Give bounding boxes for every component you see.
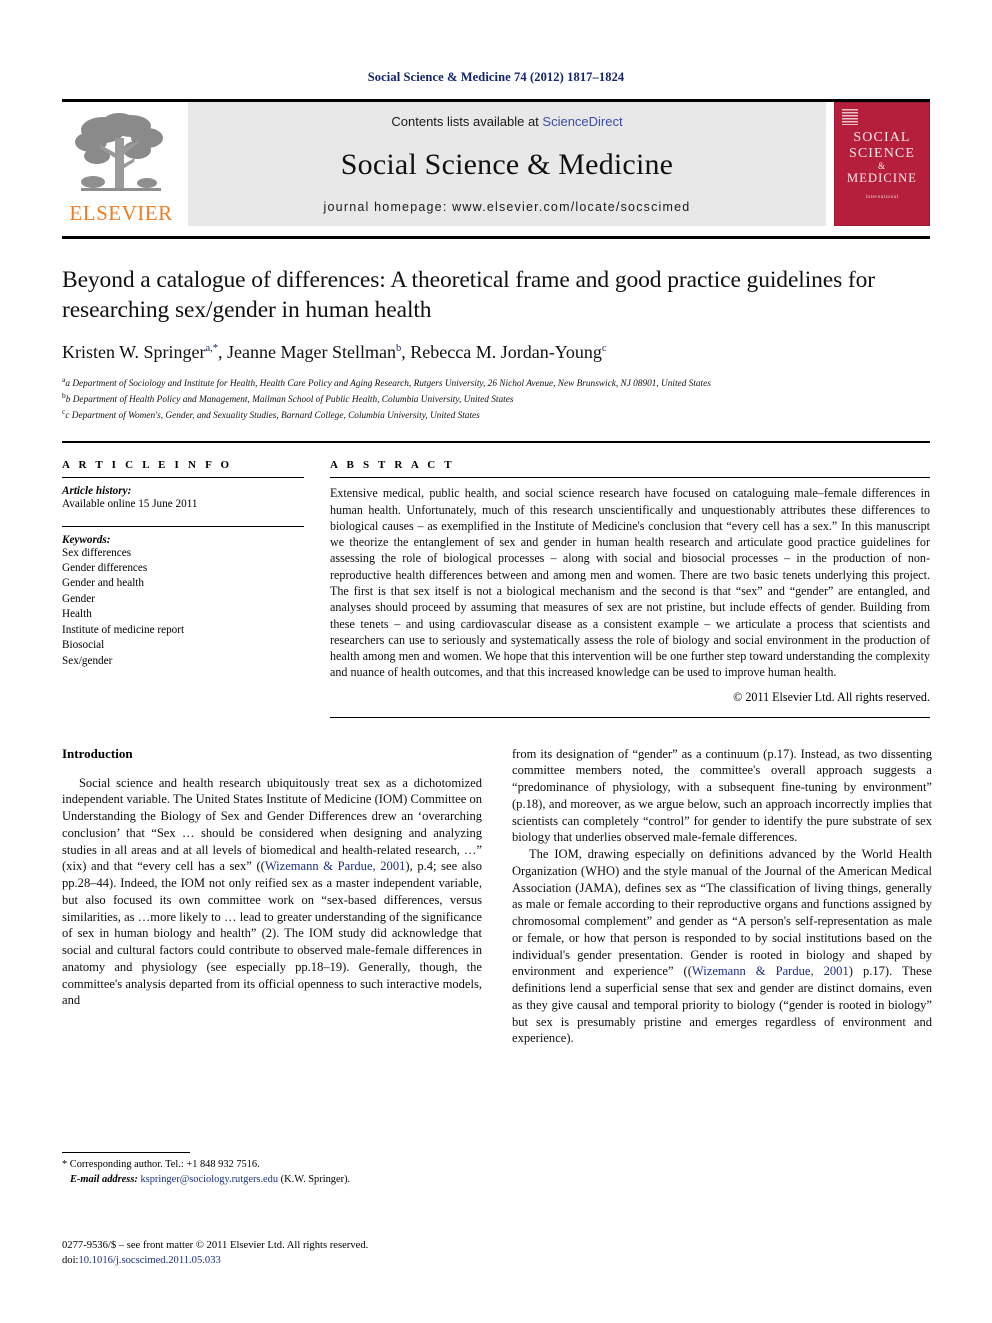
cover-line-2: SCIENCE: [848, 145, 916, 161]
affiliation-b: bb Department of Health Policy and Manag…: [62, 391, 930, 407]
section-heading-introduction: Introduction: [62, 745, 133, 761]
email-note: E-mail address: kspringer@sociology.rutg…: [62, 1173, 482, 1188]
article-info-heading: A R T I C L E I N F O: [62, 459, 233, 472]
paper-page: Social Science & Medicine 74 (2012) 1817…: [0, 0, 992, 1323]
elsevier-wordmark: ELSEVIER: [69, 201, 173, 225]
author-1-affil-marker: a,*: [205, 343, 219, 355]
affiliation-a: aa Department of Sociology and Institute…: [62, 375, 930, 391]
doi-line: doi:10.1016/j.socscimed.2011.05.033: [62, 1253, 522, 1268]
body-paragraph-right-2: The IOM, drawing especially on definitio…: [512, 846, 932, 1047]
email-owner: (K.W. Springer).: [280, 1173, 351, 1185]
keyword-item: Sex/gender: [62, 654, 113, 667]
article-info-rule-top: [62, 477, 304, 479]
citation-wizemann-pardue-1[interactable]: Wizemann & Pardue, 2001: [265, 859, 406, 873]
keyword-item: Biosocial: [62, 639, 105, 652]
abstract-rule-top: [330, 477, 930, 479]
article-history-value: Available online 15 June 2011: [62, 498, 198, 511]
corresponding-author-note: * Corresponding author. Tel.: +1 848 932…: [62, 1159, 260, 1170]
author-list: Kristen W. Springera,*, Jeanne Mager Ste…: [62, 342, 607, 363]
body-columns: Introduction Social science and health r…: [62, 746, 932, 1048]
author-3: Rebecca M. Jordan-Youngc: [410, 342, 607, 363]
abstract-rule-bottom: [330, 716, 930, 718]
cover-line-1: SOCIAL: [853, 130, 911, 145]
cover-line-3: &: [877, 161, 887, 172]
author-3-affil-marker: c: [601, 343, 607, 355]
keyword-item: Health: [62, 608, 92, 621]
doi-label: doi:: [62, 1255, 79, 1267]
elsevier-logo: ELSEVIER: [62, 102, 180, 226]
journal-cover-thumbnail: SOCIAL SCIENCE & MEDICINE international: [834, 102, 930, 226]
keywords-label: Keywords:: [62, 533, 111, 546]
affiliation-a-text: a Department of Sociology and Institute …: [65, 378, 711, 389]
author-2-affil-marker: b: [396, 343, 402, 355]
page-title: Beyond a catalogue of differences: A the…: [62, 267, 876, 324]
email-link[interactable]: kspringer@sociology.rutgers.edu: [140, 1174, 278, 1185]
keyword-item: Institute of medicine report: [62, 623, 185, 636]
footnote-block: * Corresponding author. Tel.: +1 848 932…: [62, 1152, 482, 1188]
affiliation-c: cc Department of Women's, Gender, and Se…: [62, 407, 930, 423]
cover-line-4: MEDICINE: [847, 171, 917, 186]
abstract-column: A B S T R A C T Extensive medical, publi…: [330, 459, 930, 718]
citation-wizemann-pardue-2[interactable]: Wizemann & Pardue, 2001: [692, 964, 849, 978]
email-label: E-mail address:: [70, 1173, 138, 1185]
running-head: Social Science & Medicine 74 (2012) 1817…: [367, 70, 625, 84]
keyword-item: Gender differences: [62, 561, 148, 574]
article-info-rule-mid: [62, 525, 304, 527]
elsevier-tree-icon: [75, 113, 163, 191]
contents-lists-line: Contents lists available at ScienceDirec…: [391, 114, 622, 129]
keywords-list: Sex differences Gender differences Gende…: [62, 546, 304, 670]
body-column-right: from its designation of “gender” as a co…: [512, 746, 932, 1048]
body-column-left: Introduction Social science and health r…: [62, 746, 482, 1048]
affiliation-c-text: c Department of Women's, Gender, and Sex…: [65, 411, 480, 422]
abstract-copyright: © 2011 Elsevier Ltd. All rights reserved…: [733, 689, 930, 704]
sciencedirect-link[interactable]: ScienceDirect: [542, 114, 622, 129]
author-2: Jeanne Mager Stellmanb: [227, 342, 402, 363]
keyword-item: Gender and health: [62, 577, 145, 590]
masthead-center: Contents lists available at ScienceDirec…: [188, 102, 826, 226]
issn-front-matter: 0277-9536/$ – see front matter © 2011 El…: [62, 1240, 369, 1251]
keyword-item: Sex differences: [62, 546, 132, 559]
cover-title: SOCIAL SCIENCE & MEDICINE international: [847, 130, 917, 203]
footer-block: 0277-9536/$ – see front matter © 2011 El…: [62, 1238, 522, 1268]
affiliation-b-text: b Department of Health Policy and Manage…: [65, 394, 514, 405]
doi-link[interactable]: 10.1016/j.socscimed.2011.05.033: [78, 1255, 220, 1266]
body-paragraph-right-1: from its designation of “gender” as a co…: [512, 746, 932, 845]
cover-subtitle: international: [865, 194, 899, 201]
journal-title: Social Science & Medicine: [340, 147, 674, 181]
article-info-column: A R T I C L E I N F O Article history: A…: [62, 459, 304, 717]
keyword-item: Gender: [62, 592, 95, 605]
footnote-rule: [62, 1152, 190, 1153]
right-p2-part1: The IOM, drawing especially on definitio…: [512, 847, 932, 979]
author-1: Kristen W. Springera,*: [62, 342, 219, 363]
info-abstract-block: A R T I C L E I N F O Article history: A…: [62, 441, 930, 718]
journal-homepage-line[interactable]: journal homepage: www.elsevier.com/locat…: [324, 200, 691, 214]
cover-publisher-mark-icon: [842, 109, 858, 125]
abstract-heading: A B S T R A C T: [330, 459, 455, 472]
body-paragraph-left-1: Social science and health research ubiqu…: [62, 775, 482, 1010]
abstract-text: Extensive medical, public health, and so…: [330, 486, 930, 680]
left-p1-part2: ), p.4; see also pp.28–44). Indeed, the …: [62, 859, 482, 1008]
article-history-label: Article history:: [62, 485, 132, 498]
journal-masthead: ELSEVIER Contents lists available at Sci…: [62, 99, 930, 226]
title-block: Beyond a catalogue of differences: A the…: [62, 236, 930, 423]
contents-prefix: Contents lists available at: [391, 114, 543, 129]
